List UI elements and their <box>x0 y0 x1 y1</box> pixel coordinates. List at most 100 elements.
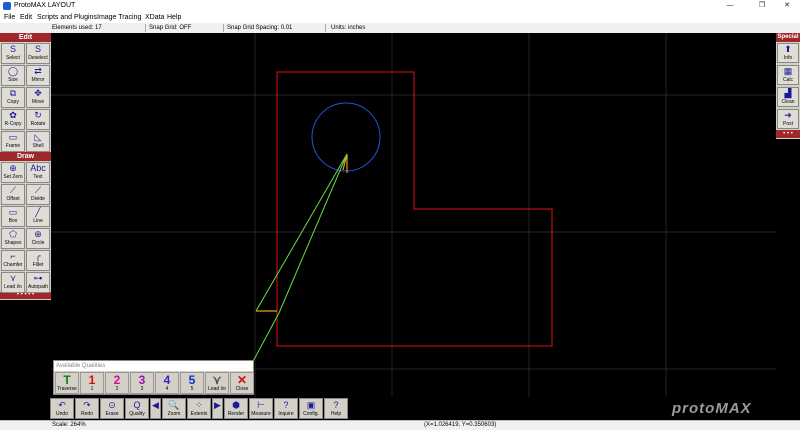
tool-label: Info <box>783 55 793 61</box>
quality-close-button[interactable]: ✕ Close <box>230 372 254 394</box>
copy-icon: ⧉ <box>9 88 17 98</box>
tool-label: Frame <box>5 143 21 149</box>
hole-circle[interactable] <box>311 102 381 172</box>
config-icon: ▣ <box>306 400 316 410</box>
quality-1-button[interactable]: 11 <box>80 372 104 394</box>
special-tools: ⬆ Info ▦ Calc ▟ Clean ➔ Post <box>776 42 800 130</box>
shapes-tool-button[interactable]: ⬠ Shapes <box>1 228 25 249</box>
quality-label: Traverse <box>57 386 77 392</box>
arrow-right-button[interactable]: ▶ <box>212 398 223 419</box>
tool-label: Clean <box>781 99 795 105</box>
info-tool-button[interactable]: ⬆ Info <box>777 43 799 63</box>
calc-tool-button[interactable]: ▦ Calc <box>777 65 799 85</box>
rotate-tool-button[interactable]: ↻ Rotate <box>26 109 50 130</box>
render-button[interactable]: ⬢ Render <box>224 398 248 419</box>
quality-2-button[interactable]: 22 <box>105 372 129 394</box>
redo-icon: ↷ <box>83 400 91 410</box>
shell-tool-button[interactable]: ◺ Shell <box>26 131 50 152</box>
offset-tool-button[interactable]: ⟋ Offset <box>1 184 25 205</box>
divide-tool-button[interactable]: ⟋ Divide <box>26 184 50 205</box>
undo-icon: ↶ <box>58 400 66 410</box>
arrow-left-button[interactable]: ◀ <box>150 398 161 419</box>
close-window-button[interactable]: ✕ <box>777 0 797 12</box>
lead-i-o-tool-button[interactable]: ⋎ Lead i/o <box>1 272 25 293</box>
extents-icon: ⁘ <box>195 400 203 410</box>
menu-file[interactable]: File <box>4 12 15 23</box>
post-icon: ➔ <box>784 110 792 120</box>
fillet-icon: ╭ <box>35 251 41 261</box>
toolbar-label: Undo <box>56 411 68 417</box>
inquire-button[interactable]: ? Inquire <box>274 398 298 419</box>
toolbar-label: Extents <box>190 411 208 417</box>
autopath-tool-button[interactable]: ⊶ Autopath <box>26 272 50 293</box>
drawing-canvas[interactable] <box>51 33 776 397</box>
menu-scripts-plugins[interactable]: Scripts and Plugins <box>37 12 97 23</box>
tool-label: Deselect <box>28 55 48 61</box>
toolbar-label: Redo <box>81 411 93 417</box>
quality-traverse-button[interactable]: T Traverse <box>55 372 79 394</box>
quality-button[interactable]: Q Quality <box>125 398 149 419</box>
post-tool-button[interactable]: ➔ Post <box>777 109 799 129</box>
measure-icon: ⊢ <box>257 400 265 410</box>
minimize-button[interactable]: — <box>720 0 740 12</box>
calc-icon: ▦ <box>783 66 793 76</box>
divide-icon: ⟋ <box>34 185 42 195</box>
measure-button[interactable]: ⊢ Measure <box>249 398 273 419</box>
zoom-button[interactable]: 🔍 Zoom <box>162 398 186 419</box>
quality-3-button[interactable]: 33 <box>130 372 154 394</box>
part-outline[interactable] <box>276 71 553 347</box>
palette-more[interactable]: • • • • • <box>0 292 51 299</box>
quality-lead-i-o-button[interactable]: ⋎ Lead i/o <box>205 372 229 394</box>
copy-tool-button[interactable]: ⧉ Copy <box>1 87 25 108</box>
extents-button[interactable]: ⁘ Extents <box>187 398 211 419</box>
move-tool-button[interactable]: ✥ Move <box>26 87 50 108</box>
tool-label: Rotate <box>30 121 46 127</box>
rotate-icon: ↻ <box>34 110 42 120</box>
elements-used: Elements used: 17 <box>52 25 102 31</box>
lead-path[interactable] <box>255 153 348 314</box>
config-button[interactable]: ▣ Config. <box>299 398 323 419</box>
box-tool-button[interactable]: ▭ Box <box>1 206 25 227</box>
menu-image-tracing[interactable]: Image Tracing <box>97 12 141 23</box>
quality-4-button[interactable]: 44 <box>155 372 179 394</box>
undo-button[interactable]: ↶ Undo <box>50 398 74 419</box>
tool-label: Shapes <box>4 240 22 246</box>
menu-help[interactable]: Help <box>167 12 181 23</box>
deselect-tool-button[interactable]: S Deselect <box>26 43 50 64</box>
select-icon: S <box>9 44 16 54</box>
special-palette-header: Special <box>776 33 800 42</box>
quality-glyph-icon: 2 <box>113 373 121 387</box>
tool-label: Move <box>31 99 45 105</box>
toolbar-label: Zoom <box>167 411 181 417</box>
size-tool-button[interactable]: ◯ Size <box>1 65 25 86</box>
select-tool-button[interactable]: S Select <box>1 43 25 64</box>
mirror-tool-button[interactable]: ⇄ Mirror <box>26 65 50 86</box>
maximize-button[interactable]: ❐ <box>752 0 772 12</box>
snap-grid-status: Snap Grid: OFF <box>149 25 192 31</box>
qualities-title: Available Qualities <box>54 361 253 371</box>
redo-button[interactable]: ↷ Redo <box>75 398 99 419</box>
text-icon: Abc <box>30 163 46 173</box>
menu-edit[interactable]: Edit <box>20 12 32 23</box>
set-zero-tool-button[interactable]: ⊕ Set Zero <box>1 162 25 183</box>
chamfer-tool-button[interactable]: ⌐ Chamfer <box>1 250 25 271</box>
menu-xdata[interactable]: XData <box>145 12 164 23</box>
clean-tool-button[interactable]: ▟ Clean <box>777 87 799 107</box>
quality-5-button[interactable]: 55 <box>180 372 204 394</box>
line-tool-button[interactable]: ╱ Line <box>26 206 50 227</box>
tool-label: Calc <box>782 77 793 83</box>
fillet-tool-button[interactable]: ╭ Fillet <box>26 250 50 271</box>
r-copy-tool-button[interactable]: ✿ R-Copy <box>1 109 25 130</box>
circle-tool-button[interactable]: ⊕ Circle <box>26 228 50 249</box>
quality-label: 3 <box>140 386 144 392</box>
toolbar-label: Render <box>227 411 245 417</box>
help-button[interactable]: ? Help <box>324 398 348 419</box>
qualities-panel: Available Qualities T Traverse 1 1 2 2 3 3 4 4 5 5 ⋎… <box>53 360 254 395</box>
quality-glyph-icon: 1 <box>88 373 96 387</box>
text-tool-button[interactable]: Abc Text <box>26 162 50 183</box>
special-more[interactable]: • • • <box>776 130 800 138</box>
frame-tool-button[interactable]: ▭ Frame <box>1 131 25 152</box>
edit-palette-header: Edit <box>0 33 51 42</box>
status-divider <box>145 24 146 32</box>
erase-button[interactable]: ⊙ Erase <box>100 398 124 419</box>
